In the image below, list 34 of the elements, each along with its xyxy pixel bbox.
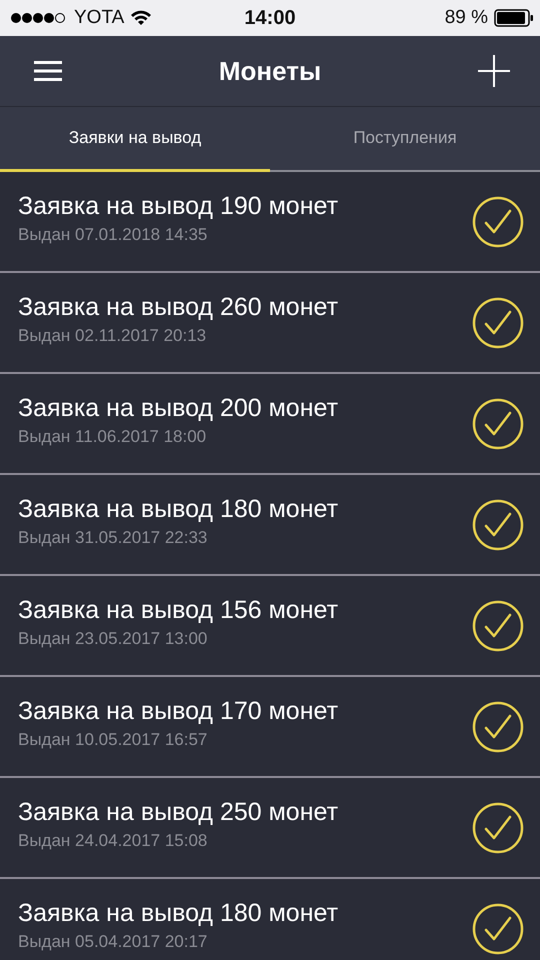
tab[interactable]: Поступления bbox=[270, 107, 540, 172]
request-title: Заявка на вывод 250 монет bbox=[18, 796, 338, 826]
request-title: Заявка на вывод 180 монет bbox=[18, 494, 338, 524]
request-date: Выдан 05.04.2017 20:17 bbox=[18, 932, 208, 952]
request-date: Выдан 31.05.2017 22:33 bbox=[18, 528, 208, 548]
carrier-name: YOTA bbox=[74, 7, 124, 29]
check-circle-icon bbox=[472, 902, 524, 954]
status-time: 14:00 bbox=[244, 6, 296, 30]
screen-title: Монеты bbox=[218, 56, 322, 86]
request-title: Заявка на вывод 200 монет bbox=[18, 392, 338, 422]
plus-icon bbox=[478, 55, 510, 87]
request-date: Выдан 23.05.2017 13:00 bbox=[18, 628, 208, 648]
request-title: Заявка на вывод 260 монет bbox=[18, 292, 338, 322]
check-circle-icon bbox=[472, 600, 524, 652]
check-circle-icon bbox=[472, 196, 524, 248]
check-circle-icon bbox=[472, 498, 524, 550]
battery-percent: 89 % bbox=[444, 7, 488, 29]
request-date: Выдан 24.04.2017 15:08 bbox=[18, 830, 208, 850]
check-circle-icon bbox=[472, 700, 524, 752]
request-title: Заявка на вывод 180 монет bbox=[18, 898, 338, 928]
request-date: Выдан 02.11.2017 20:13 bbox=[18, 326, 208, 346]
request-date: Выдан 07.01.2018 14:35 bbox=[18, 224, 208, 244]
menu-icon bbox=[34, 60, 62, 82]
request-date: Выдан 10.05.2017 16:57 bbox=[18, 730, 208, 750]
wifi-icon bbox=[130, 10, 152, 26]
check-circle-icon bbox=[472, 802, 524, 854]
check-circle-icon bbox=[472, 398, 524, 450]
request-title: Заявка на вывод 170 монет bbox=[18, 696, 338, 726]
check-circle-icon bbox=[472, 296, 524, 348]
request-title: Заявка на вывод 190 монет bbox=[18, 190, 338, 220]
battery-icon bbox=[494, 9, 534, 27]
request-date: Выдан 11.06.2017 18:00 bbox=[18, 426, 208, 446]
signal-icon bbox=[10, 12, 68, 24]
request-title: Заявка на вывод 156 монет bbox=[18, 594, 338, 624]
